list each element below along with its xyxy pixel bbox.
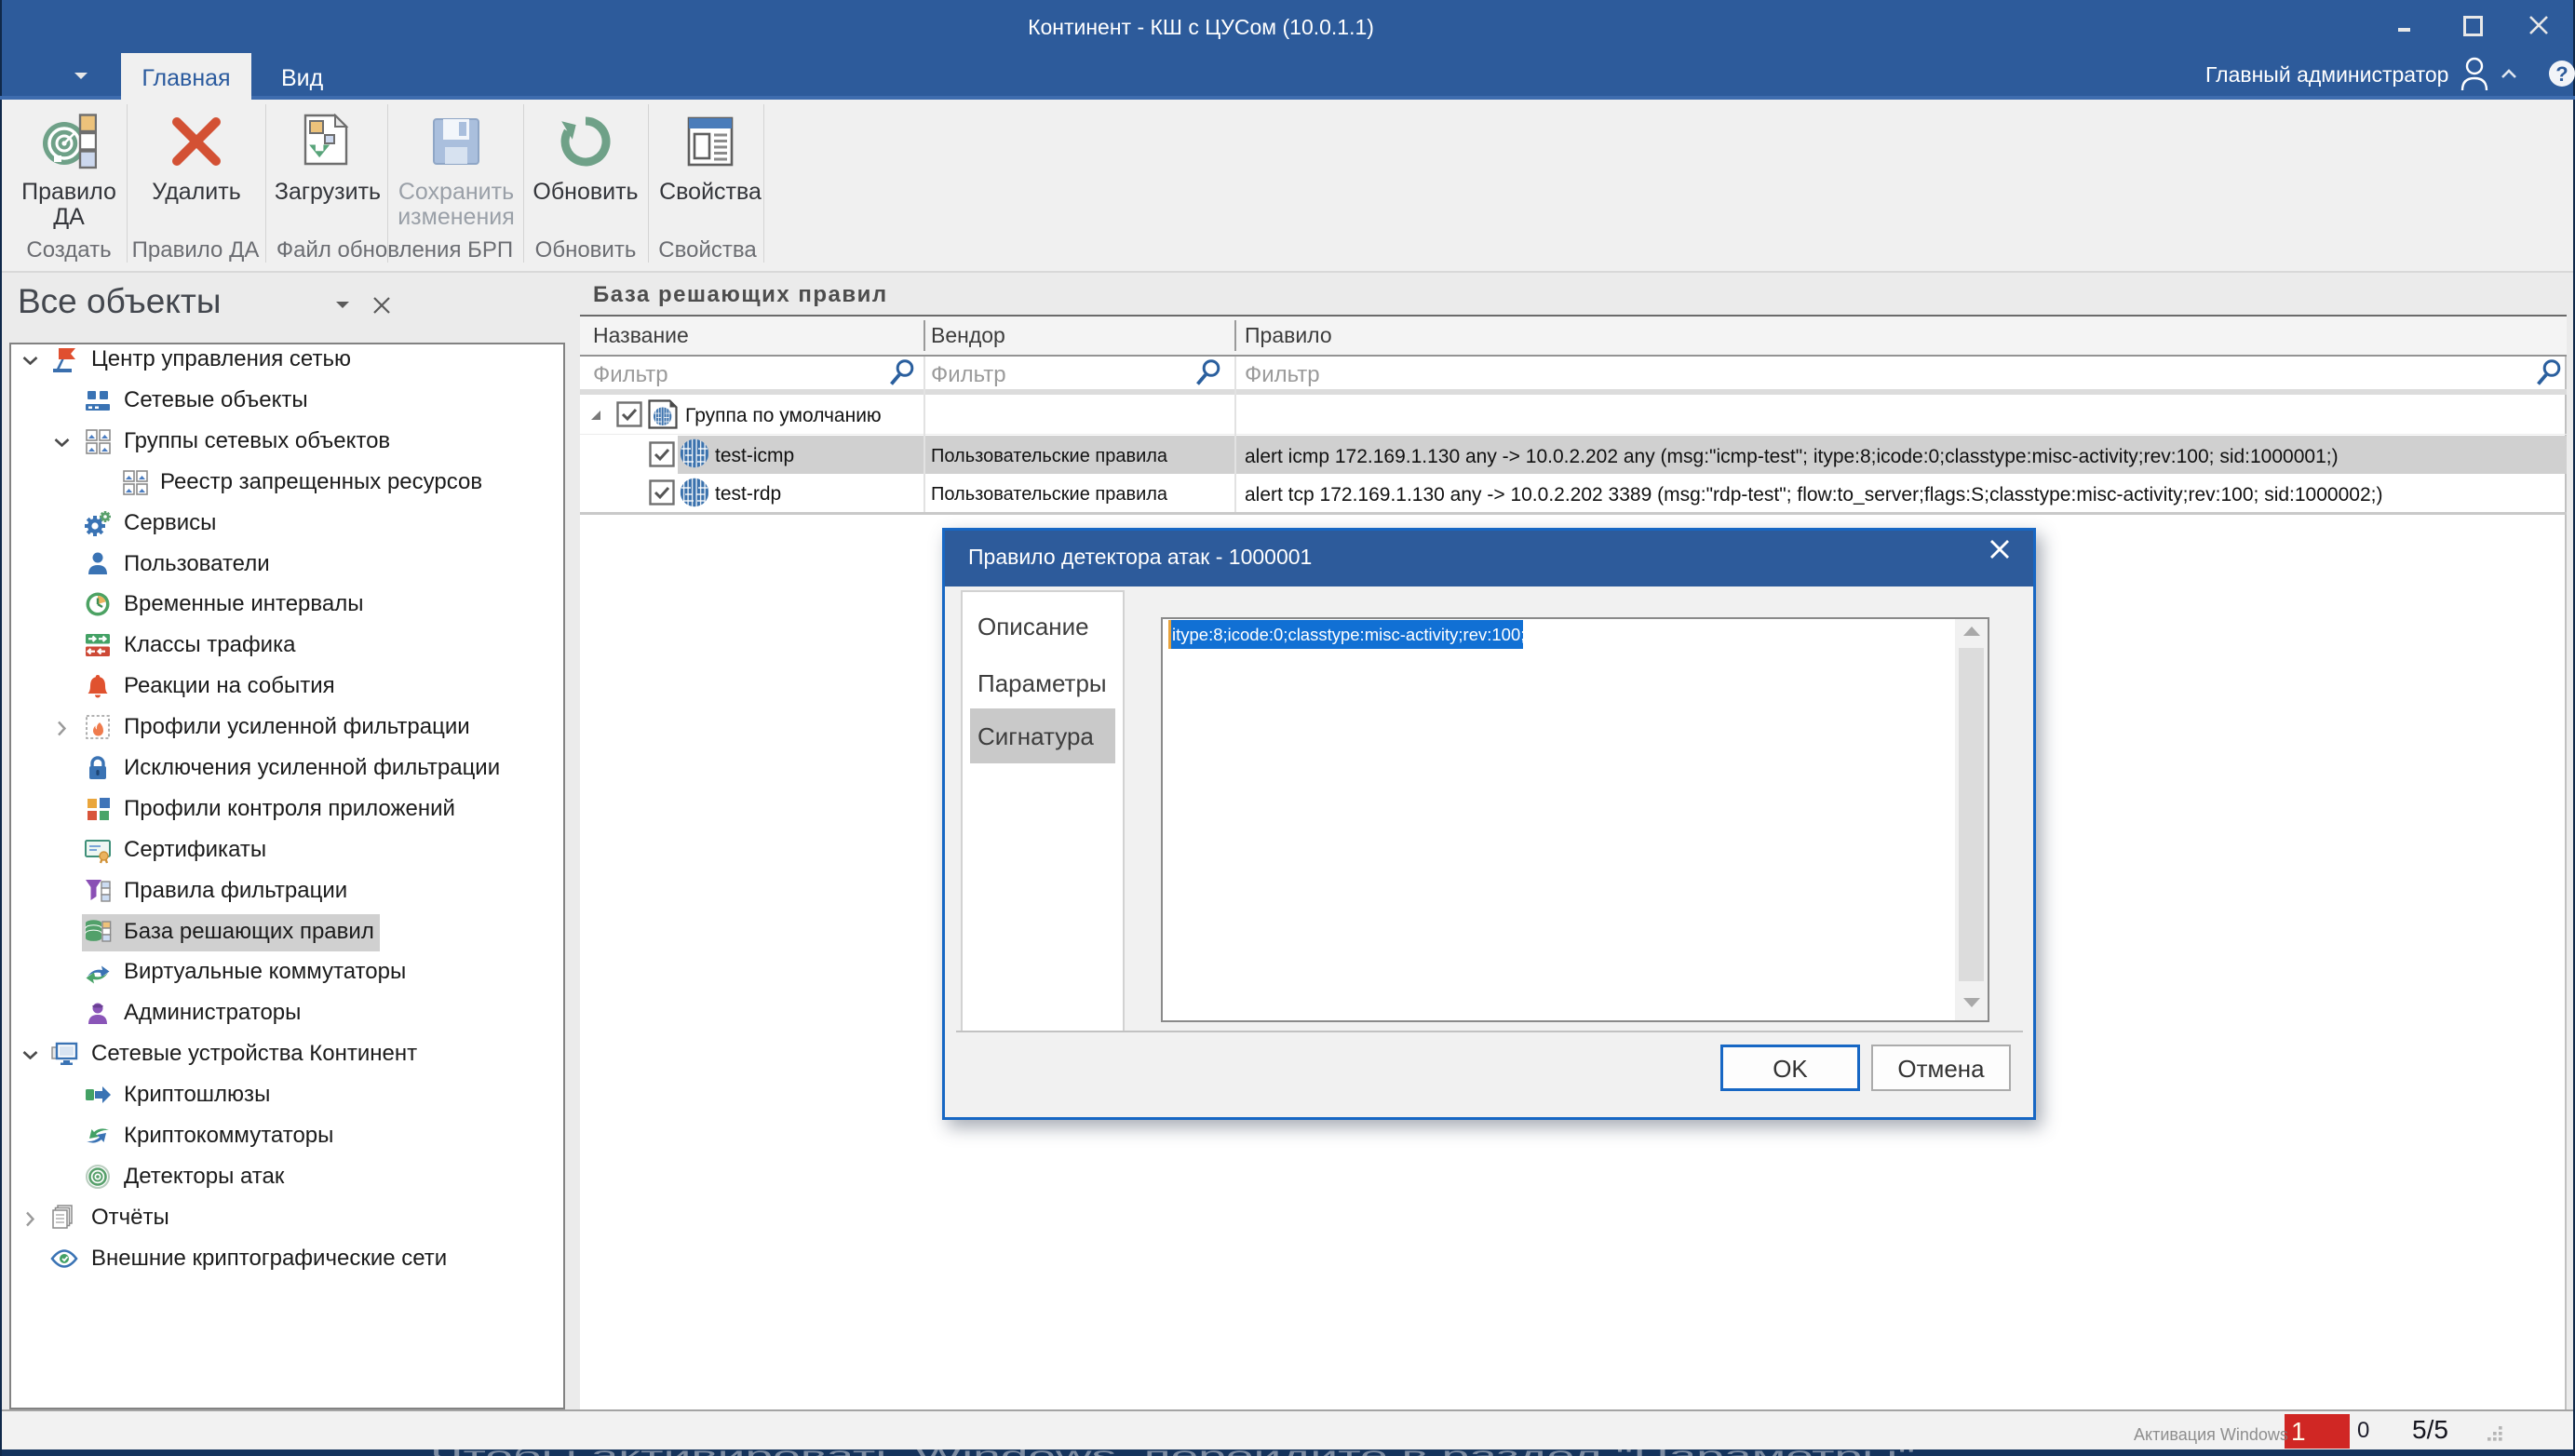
svg-text:?: ? (2555, 62, 2568, 86)
